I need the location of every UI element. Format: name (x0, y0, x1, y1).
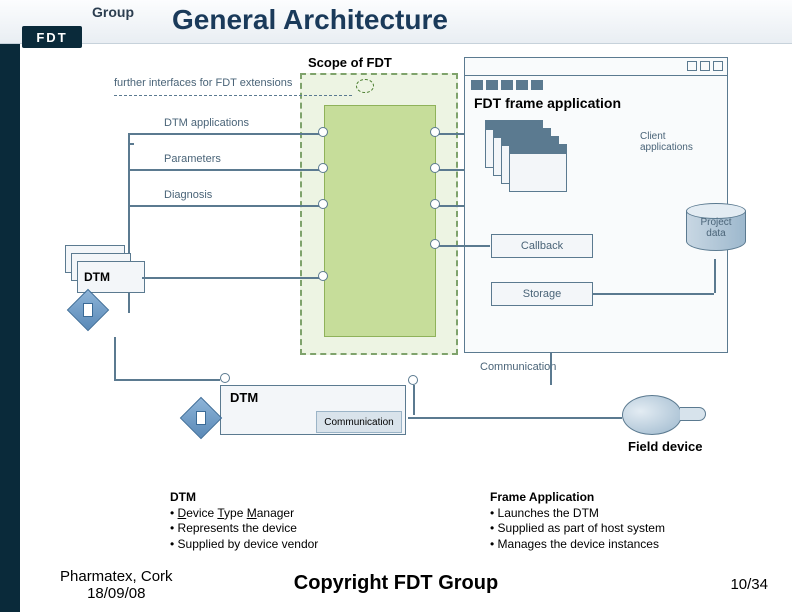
frame-toolbar (471, 80, 543, 90)
comm-dtm-label: DTM (230, 390, 258, 405)
callback-line (436, 245, 490, 247)
dtm-diamond-icon (67, 289, 109, 331)
client-win-4 (509, 144, 567, 192)
iface-dtm-apps: DTM applications (164, 117, 249, 129)
fdt-logo: FDT (22, 26, 82, 48)
dtm-desc-line1: • Device Type Manager (170, 506, 318, 522)
dtm-desc-line2: • Represents the device (170, 521, 318, 537)
field-device-icon (622, 395, 682, 435)
t: ype (224, 506, 247, 520)
dtm-description: DTM • Device Type Manager • Represents t… (170, 490, 318, 552)
t: anager (257, 506, 294, 520)
architecture-diagram: Scope of FDT further interfaces for FDT … (60, 55, 770, 485)
frame-description: Frame Application • Launches the DTM • S… (490, 490, 665, 552)
frame-titlebar (465, 58, 727, 76)
page-title: General Architecture (172, 4, 448, 36)
frame-app-label: FDT frame application (474, 95, 621, 111)
callback-box: Callback (491, 234, 593, 258)
frame-desc-line3: • Manages the device instances (490, 537, 665, 553)
storage-label: Storage (523, 288, 562, 300)
iface-rport-2 (430, 199, 440, 209)
frame-desc-line1: • Launches the DTM (490, 506, 665, 522)
storage-to-db-v (714, 259, 716, 293)
frame-desc-title: Frame Application (490, 490, 665, 506)
storage-box: Storage (491, 282, 593, 306)
dtm-desc-title: DTM (170, 490, 318, 506)
iface-port-2 (318, 199, 328, 209)
iface-r0 (436, 133, 464, 135)
frame-desc-line2: • Supplied as part of host system (490, 521, 665, 537)
callback-port (430, 239, 440, 249)
comm-dtm-sub: Communication (316, 411, 402, 433)
project-data-label: Project data (692, 217, 740, 239)
further-ifaces-label: further interfaces for FDT extensions (114, 77, 292, 89)
window-max-icon (700, 61, 710, 71)
scope-label: Scope of FDT (308, 55, 392, 70)
group-label: Group (92, 4, 134, 20)
iface-line-2 (128, 205, 322, 207)
iface-line-1 (128, 169, 322, 171)
window-close-icon (713, 61, 723, 71)
comm-right-port (408, 375, 418, 385)
comm-port-top (220, 373, 230, 383)
storage-to-db-h (592, 293, 714, 295)
dtm-desc-line3: • Supplied by device vendor (170, 537, 318, 553)
t: M (247, 506, 257, 520)
iface-rport-1 (430, 163, 440, 173)
dtm-text: DTM (84, 270, 110, 284)
t: • (170, 506, 178, 520)
footer-page: 10/34 (730, 576, 768, 593)
t: evice (186, 506, 217, 520)
iface-rport-0 (430, 127, 440, 137)
further-ifaces-line (114, 95, 352, 96)
dtm-scope-port (318, 271, 328, 281)
iface-diag: Diagnosis (164, 189, 212, 201)
dtm-to-scope (142, 277, 322, 279)
footer-copyright: Copyright FDT Group (0, 572, 792, 595)
comm-right-vert (413, 385, 415, 415)
client-apps-label: Client applications (640, 131, 693, 153)
communication-label: Communication (480, 361, 556, 373)
comm-field-line (408, 417, 622, 419)
scope-extension-port (356, 79, 374, 93)
comm-line-up (114, 337, 116, 379)
iface-r1 (436, 169, 464, 171)
iface-params: Parameters (164, 153, 221, 165)
iface-line-0 (128, 133, 322, 135)
left-band (0, 0, 20, 612)
t: D (178, 506, 187, 520)
iface-port-0 (318, 127, 328, 137)
iface-port-1 (318, 163, 328, 173)
window-min-icon (687, 61, 697, 71)
callback-label: Callback (521, 240, 563, 252)
comm-line-left (114, 379, 220, 381)
iface-r2 (436, 205, 464, 207)
field-device-label: Field device (628, 439, 702, 454)
scope-inner (324, 105, 436, 337)
frame-down-line (550, 353, 552, 385)
comm-diamond-icon (180, 397, 222, 439)
